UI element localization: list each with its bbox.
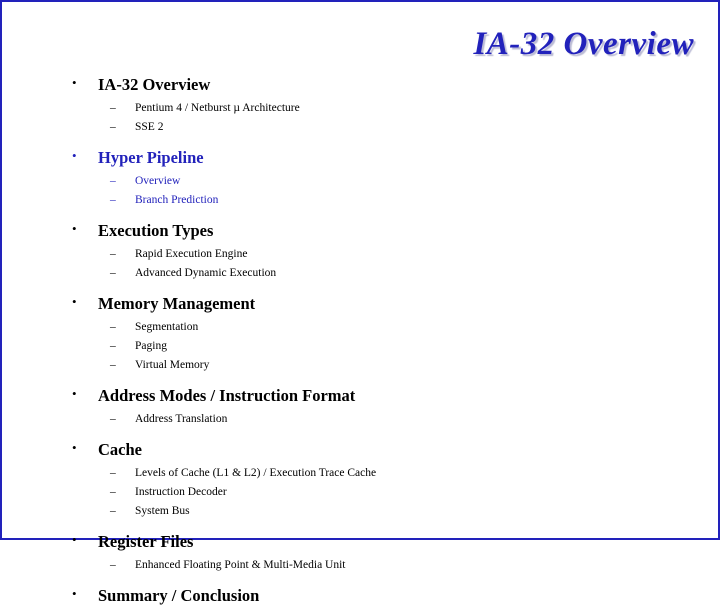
outline-item-label: Register Files	[98, 532, 194, 551]
outline-item-level1[interactable]: • Address Modes / Instruction Format	[2, 386, 720, 410]
outline-subitem-label: Instruction Decoder	[135, 486, 227, 498]
outline-subitem-label: Enhanced Floating Point & Multi-Media Un…	[135, 559, 346, 571]
outline-subitem-label: Virtual Memory	[135, 359, 210, 371]
bullet-icon: •	[72, 148, 77, 163]
outline-item-label: Cache	[98, 440, 142, 459]
outline-subitem-label: Rapid Execution Engine	[135, 248, 248, 260]
outline-item-level2[interactable]: – Segmentation	[2, 321, 720, 340]
dash-icon: –	[110, 175, 116, 187]
bullet-icon: •	[72, 221, 77, 236]
outline-item-level1[interactable]: • IA-32 Overview	[2, 75, 720, 99]
dash-icon: –	[110, 321, 116, 333]
outline-item-label: IA-32 Overview	[98, 75, 211, 94]
outline-subitem-label: Address Translation	[135, 413, 228, 425]
outline-item-level1[interactable]: • Register Files	[2, 532, 720, 556]
outline-item-level2[interactable]: – Branch Prediction	[2, 194, 720, 213]
bullet-icon: •	[72, 440, 77, 455]
outline-item-level2[interactable]: – Levels of Cache (L1 & L2) / Execution T…	[2, 467, 720, 486]
outline-item-level1[interactable]: • Memory Management	[2, 294, 720, 318]
outline-item-level2[interactable]: – Instruction Decoder	[2, 486, 720, 505]
bullet-icon: •	[72, 75, 77, 90]
dash-icon: –	[110, 559, 116, 571]
dash-icon: –	[110, 267, 116, 279]
outline-subitem-label: Paging	[135, 340, 167, 352]
dash-icon: –	[110, 340, 116, 352]
slide: IA-32 Overview • IA-32 Overview – Pentium 4…	[0, 0, 720, 605]
outline-item-level2[interactable]: – Pentium 4 / Netburst µ Architecture	[2, 102, 720, 121]
outline-subitem-label: Overview	[135, 175, 181, 187]
outline-item-label: Summary / Conclusion	[98, 586, 260, 605]
bullet-icon: •	[72, 386, 77, 401]
outline-item-label: Address Modes / Instruction Format	[98, 386, 356, 405]
bullet-icon: •	[72, 294, 77, 309]
dash-icon: –	[110, 248, 116, 260]
bullet-icon: •	[72, 532, 77, 547]
outline-item-level1[interactable]: • Cache	[2, 440, 720, 464]
outline-subitem-label: Pentium 4 / Netburst µ Architecture	[135, 102, 300, 114]
dash-icon: –	[110, 121, 116, 133]
outline-subitem-label: Branch Prediction	[135, 194, 219, 206]
outline-item-level2[interactable]: – Overview	[2, 175, 720, 194]
outline-item-level2[interactable]: – SSE 2	[2, 121, 720, 140]
dash-icon: –	[110, 359, 116, 371]
outline-item-level1[interactable]: • Hyper Pipeline	[2, 148, 720, 172]
dash-icon: –	[110, 102, 116, 114]
outline-item-level2[interactable]: – Paging	[2, 340, 720, 359]
outline-item-level1[interactable]: • Execution Types	[2, 221, 720, 245]
outline-item-level2[interactable]: – Enhanced Floating Point & Multi-Media U…	[2, 559, 720, 578]
outline-list: • IA-32 Overview – Pentium 4 / Netburst µ A…	[2, 75, 720, 610]
outline-item-label: Memory Management	[98, 294, 256, 313]
outline-item-level2[interactable]: – Rapid Execution Engine	[2, 248, 720, 267]
dash-icon: –	[110, 486, 116, 498]
dash-icon: –	[110, 194, 116, 206]
dash-icon: –	[110, 505, 116, 517]
dash-icon: –	[110, 467, 116, 479]
outline-subitem-label: Levels of Cache (L1 & L2) / Execution Tr…	[135, 467, 377, 479]
outline-subitem-label: SSE 2	[135, 121, 164, 133]
outline-item-level1[interactable]: • Summary / Conclusion	[2, 586, 720, 610]
outline-subitem-label: System Bus	[135, 505, 190, 517]
outline-item-label: Execution Types	[98, 221, 214, 240]
bullet-icon: •	[72, 586, 77, 601]
outline-item-level2[interactable]: – Virtual Memory	[2, 359, 720, 378]
outline-item-level2[interactable]: – Advanced Dynamic Execution	[2, 267, 720, 286]
dash-icon: –	[110, 413, 116, 425]
outline-subitem-label: Segmentation	[135, 321, 199, 333]
outline-item-level2[interactable]: – Address Translation	[2, 413, 720, 432]
page-title: IA-32 Overview	[473, 26, 694, 62]
outline-item-label: Hyper Pipeline	[98, 148, 204, 167]
outline-item-level2[interactable]: – System Bus	[2, 505, 720, 524]
outline-subitem-label: Advanced Dynamic Execution	[135, 267, 277, 279]
